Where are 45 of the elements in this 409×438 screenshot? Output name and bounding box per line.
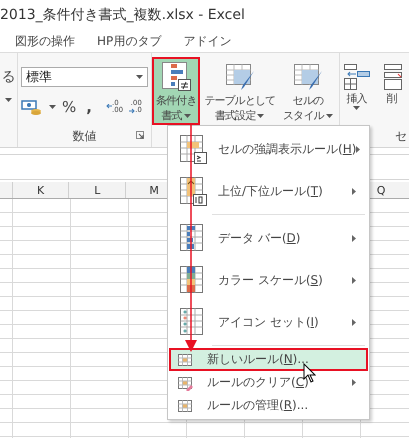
insert-cells-icon bbox=[342, 61, 372, 91]
column-header[interactable]: L bbox=[94, 184, 100, 196]
arrow-icon bbox=[129, 108, 136, 114]
caret-icon bbox=[49, 105, 56, 109]
ribbon-tab[interactable]: アドイン bbox=[183, 32, 232, 50]
caret-icon bbox=[184, 114, 191, 118]
menu-item[interactable]: 新しいルール(N)... bbox=[169, 348, 368, 371]
table-brush-icon bbox=[224, 61, 256, 93]
column-header[interactable]: K bbox=[37, 184, 44, 196]
new-rule-icon bbox=[177, 352, 193, 368]
menu-item[interactable]: 上位/下位ルール(T) bbox=[169, 170, 368, 212]
delete-button[interactable]: 削 bbox=[380, 57, 404, 125]
menu-item[interactable]: セルの強調表示ルール(H) bbox=[169, 128, 368, 170]
column-header[interactable]: Q bbox=[376, 184, 386, 196]
comma-style-button[interactable]: , bbox=[86, 98, 92, 116]
cell-styles-button[interactable]: セルの スタイル bbox=[279, 57, 337, 125]
dropdown-caret-icon bbox=[5, 98, 12, 102]
caret-icon bbox=[326, 114, 333, 118]
caret-icon bbox=[257, 114, 264, 118]
cell-brush-icon bbox=[292, 61, 324, 93]
delete-cells-icon bbox=[382, 61, 402, 91]
menu-item[interactable]: データ バー(D) bbox=[169, 217, 368, 259]
menu-item[interactable]: カラー スケール(S) bbox=[169, 259, 368, 301]
caret-icon bbox=[353, 106, 360, 110]
percent-style-button[interactable]: % bbox=[62, 98, 76, 116]
ribbon-tab[interactable]: 図形の操作 bbox=[15, 32, 75, 50]
ribbon-tab[interactable]: HP用のタブ bbox=[97, 32, 162, 50]
menu-item[interactable]: アイコン セット(I) bbox=[169, 301, 368, 343]
clear-rules-icon bbox=[177, 374, 193, 390]
column-header[interactable]: M bbox=[149, 184, 159, 196]
window-title: 2013_条件付き書式_複数.xlsx - Excel bbox=[0, 6, 245, 24]
conditional-formatting-button[interactable]: 条件付き 書式 bbox=[152, 57, 200, 125]
menu-item[interactable]: ルールの管理(R)... bbox=[169, 394, 368, 417]
caret-icon bbox=[136, 75, 143, 79]
currency-format-icon[interactable] bbox=[21, 99, 43, 115]
dialog-launcher-icon[interactable] bbox=[136, 131, 144, 139]
insert-button[interactable]: 挿入 bbox=[340, 57, 374, 125]
group-label: 数値 bbox=[72, 128, 96, 144]
number-format-dropdown[interactable]: 標準 bbox=[21, 67, 148, 87]
arrow-icon bbox=[106, 104, 112, 110]
format-as-table-button[interactable]: テーブルとして 書式設定 bbox=[200, 57, 280, 125]
group-label: セ bbox=[395, 128, 407, 144]
manage-rules-icon bbox=[177, 398, 193, 414]
ribbon-button[interactable]: る bbox=[2, 68, 16, 86]
conditional-format-icon bbox=[160, 61, 192, 93]
